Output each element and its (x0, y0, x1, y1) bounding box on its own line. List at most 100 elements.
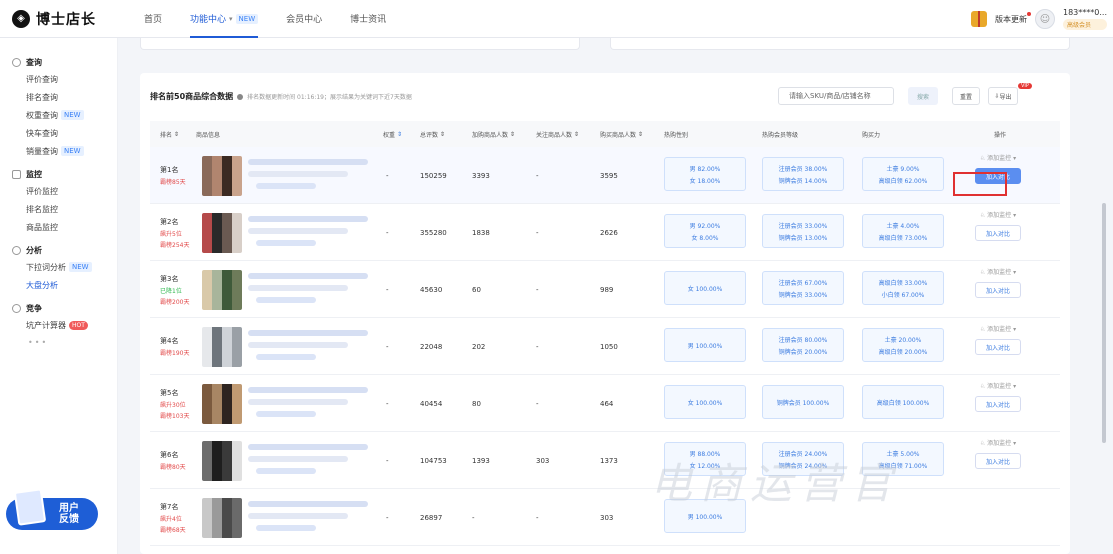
search-input[interactable]: 请输入SKU/商品/店铺名称 (778, 87, 894, 105)
add-monitor-link[interactable]: ♘ 添加监控 ▾ (980, 153, 1016, 162)
sidebar-item-weight-query[interactable]: 权重查询 NEW (0, 106, 117, 124)
rank-sub: 霸榜80天 (160, 464, 186, 471)
product-title-blurred[interactable] (248, 387, 368, 393)
sidebar-head-query-label: 查询 (26, 57, 42, 67)
sidebar-item-rank-monitor[interactable]: 排名监控 (0, 200, 117, 218)
product-thumbnail[interactable] (202, 375, 242, 432)
sidebar-head-compete-label: 竞争 (26, 303, 42, 313)
nav-member-center-label: 会员中心 (286, 15, 323, 25)
rank-cell: 第2名 飙升5位 霸榜254天 (160, 204, 189, 261)
add-compare-button[interactable]: 加入对比 (975, 282, 1021, 298)
shop-name-blurred[interactable] (256, 468, 316, 474)
add-compare-button[interactable]: 加入对比 (975, 453, 1021, 469)
nav-news[interactable]: 博士资讯 (336, 0, 400, 38)
gender-box: 男 100.00% (664, 328, 746, 362)
product-title-blurred[interactable] (248, 273, 368, 279)
sidebar-head-compete[interactable]: 竞争 (0, 300, 117, 316)
gift-icon[interactable] (971, 11, 987, 27)
nav-member-center[interactable]: 会员中心 (272, 0, 336, 38)
th-reviews[interactable]: 总评数 ⇕ (420, 121, 445, 147)
avatar[interactable]: ☺ (1035, 9, 1055, 29)
th-buy[interactable]: 购买商品人数 ⇕ (600, 121, 643, 147)
product-title-blurred[interactable] (248, 444, 368, 450)
th-rank[interactable]: 排名 ⇕ (160, 121, 179, 147)
power-box-line: 高级白领 73.00% (878, 234, 928, 242)
product-title-blurred[interactable] (248, 159, 368, 165)
panel-note: 排名数据更新时间 01:16:19；展示结果为关键词下近7天数据 (247, 94, 412, 101)
sidebar-item-sales-query[interactable]: 销量查询 NEW (0, 142, 117, 160)
add-monitor-link[interactable]: ♘ 添加监控 ▾ (980, 324, 1016, 333)
reset-button[interactable]: 重置 (952, 87, 980, 105)
product-title-blurred (248, 285, 348, 291)
shop-name-blurred[interactable] (256, 183, 316, 189)
sidebar-item-calculator[interactable]: 坑产计算器 HOT (0, 316, 117, 334)
product-thumbnail[interactable] (202, 432, 242, 489)
gender-box-line: 女 18.00% (689, 177, 721, 185)
add-compare-button[interactable]: 加入对比 (975, 339, 1021, 355)
sidebar-head-monitor[interactable]: 监控 (0, 166, 117, 182)
export-button[interactable]: ⇩ 导出 (988, 87, 1018, 105)
sidebar-item-market-analysis[interactable]: 大盘分析 (0, 276, 117, 294)
nav-function-center-label: 功能中心 (190, 15, 227, 25)
product-thumbnail[interactable] (202, 147, 242, 204)
shop-name-blurred[interactable] (256, 411, 316, 417)
sidebar-item-label: 商品监控 (26, 222, 58, 232)
shop-name-blurred[interactable] (256, 354, 316, 360)
add-monitor-link[interactable]: ♘ 添加监控 ▾ (980, 267, 1016, 276)
member-box: 注册会员 67.00% 铜牌会员 33.00% (762, 271, 844, 305)
th-cart[interactable]: 加购商品人数 ⇕ (472, 121, 515, 147)
info-icon[interactable] (237, 93, 244, 100)
add-monitor-link[interactable]: ♘ 添加监控 ▾ (980, 438, 1016, 447)
th-follow[interactable]: 关注商品人数 ⇕ (536, 121, 579, 147)
shop-name-blurred[interactable] (256, 525, 316, 531)
cart-cell: 202 (472, 342, 486, 351)
product-title-blurred (248, 399, 348, 405)
sidebar-item-review-query[interactable]: 评价查询 (0, 70, 117, 88)
rank-label: 第7名 (160, 502, 179, 511)
member-box-line: 铜牌会员 100.00% (776, 399, 830, 407)
nav-home[interactable]: 首页 (130, 0, 176, 38)
sidebar-more[interactable]: ••• (0, 338, 117, 347)
reviews-cell: 26897 (420, 513, 443, 522)
feedback-button[interactable]: 用户 反馈 (6, 488, 98, 530)
sidebar-head-query[interactable]: 查询 (0, 54, 117, 70)
product-title-blurred[interactable] (248, 330, 368, 336)
gender-box-line: 男 100.00% (687, 342, 723, 350)
add-monitor-link[interactable]: ♘ 添加监控 ▾ (980, 381, 1016, 390)
th-label: 加购商品人数 (472, 131, 509, 139)
sidebar-item-rank-query[interactable]: 排名查询 (0, 88, 117, 106)
version-update-link[interactable]: 版本更新 (995, 11, 1031, 25)
search-button[interactable]: 搜索 (908, 87, 938, 105)
add-compare-button[interactable]: 加入对比 (975, 225, 1021, 241)
user-info[interactable]: 183****0... 高级会员 (1063, 8, 1107, 30)
product-thumbnail[interactable] (202, 489, 242, 546)
product-title-blurred (248, 228, 348, 234)
sidebar-item-dropdown-analysis[interactable]: 下拉词分析 NEW (0, 258, 117, 276)
product-thumbnail[interactable] (202, 261, 242, 318)
ops-cell: ♘ 添加监控 ▾ 加入对比 (968, 210, 1028, 241)
scrollbar[interactable] (1102, 203, 1106, 443)
shop-name-blurred[interactable] (256, 240, 316, 246)
product-image (202, 440, 242, 481)
sidebar-item-review-monitor[interactable]: 评价监控 (0, 182, 117, 200)
sidebar-head-analysis[interactable]: 分析 (0, 242, 117, 258)
product-title-blurred[interactable] (248, 501, 368, 507)
sidebar-item-label: 评价查询 (26, 74, 58, 84)
watermark: 电商运营官 (650, 459, 901, 508)
th-weight[interactable]: 权重 ⇕ (383, 121, 402, 147)
add-compare-button[interactable]: 加入对比 (975, 396, 1021, 412)
shop-name-blurred[interactable] (256, 297, 316, 303)
product-title-blurred[interactable] (248, 216, 368, 222)
sidebar-item-express-query[interactable]: 快车查询 (0, 124, 117, 142)
gender-box-line: 男 92.00% (689, 222, 721, 230)
table-row: 第3名 已降1位 霸榜200天 - 45630 60 - 989 女 100.00% 注册会员 6… (150, 261, 1060, 318)
nav-function-center[interactable]: 功能中心 ▾ NEW (176, 0, 272, 38)
product-thumbnail[interactable] (202, 318, 242, 375)
sidebar-item-product-monitor[interactable]: 商品监控 (0, 218, 117, 236)
gender-box-line: 男 100.00% (687, 513, 723, 521)
product-thumbnail[interactable] (202, 204, 242, 261)
rank-sub2: 霸榜254天 (160, 241, 190, 249)
weight-cell: - (386, 342, 389, 351)
logo[interactable]: ◈ 博士店长 (0, 9, 130, 29)
add-monitor-link[interactable]: ♘ 添加监控 ▾ (980, 210, 1016, 219)
